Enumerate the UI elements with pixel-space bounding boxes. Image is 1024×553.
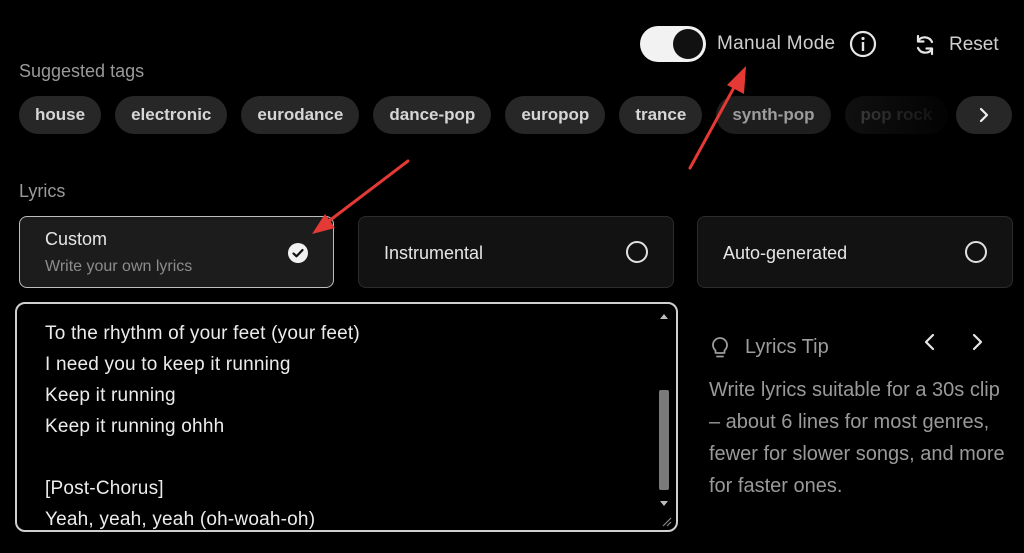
tip-next-button[interactable]	[965, 330, 989, 354]
info-icon[interactable]	[849, 30, 877, 58]
option-title: Custom	[45, 229, 108, 249]
scroll-down-arrow-icon[interactable]	[660, 501, 668, 506]
tag-chip[interactable]: electronic	[115, 96, 228, 134]
suggested-tags-heading: Suggested tags	[19, 61, 145, 81]
tag-chip[interactable]: pop rock	[844, 96, 949, 134]
tag-chip[interactable]: trance	[619, 96, 703, 134]
option-title: Auto-generated	[723, 243, 848, 263]
lyrics-scrollbar[interactable]	[658, 312, 670, 522]
tag-chip[interactable]: europop	[505, 96, 606, 134]
tag-chip[interactable]: dance-pop	[373, 96, 492, 134]
resize-handle-icon[interactable]	[660, 514, 672, 527]
refresh-icon	[916, 34, 934, 56]
lyrics-line: I need you to keep it running	[45, 354, 291, 375]
lyrics-option-instrumental[interactable]: Instrumental	[358, 216, 674, 288]
chevron-right-icon	[979, 107, 989, 123]
chevron-right-icon	[972, 333, 983, 351]
lightbulb-icon	[709, 335, 731, 361]
lyrics-text-content: To the rhythm of your feet (your feet) I…	[45, 318, 646, 530]
lyrics-textarea[interactable]: To the rhythm of your feet (your feet) I…	[15, 302, 678, 532]
lyrics-option-auto-generated[interactable]: Auto-generated	[697, 216, 1013, 288]
tag-chip[interactable]: house	[19, 96, 102, 134]
scroll-up-arrow-icon[interactable]	[660, 314, 668, 319]
radio-unchecked-icon	[965, 241, 987, 263]
manual-mode-toggle[interactable]	[640, 26, 706, 62]
tag-chip[interactable]: eurodance	[241, 96, 360, 134]
option-title: Instrumental	[384, 243, 484, 263]
tag-chip[interactable]: synth-pop	[716, 96, 831, 134]
manual-mode-label: Manual Mode	[717, 33, 836, 54]
tags-row: house electronic eurodance dance-pop eur…	[19, 96, 949, 134]
reset-label: Reset	[949, 34, 999, 55]
lyrics-line: [Post-Chorus]	[45, 478, 164, 499]
lyrics-tip-body: Write lyrics suitable for a 30s clip – a…	[709, 379, 1005, 497]
lyrics-line: To the rhythm of your feet (your feet)	[45, 323, 360, 344]
radio-unchecked-icon	[626, 241, 648, 263]
lyrics-tip-title: Lyrics Tip	[745, 336, 829, 358]
scrollbar-thumb[interactable]	[659, 390, 669, 490]
reset-button[interactable]: Reset	[913, 30, 999, 60]
option-subtitle: Write your own lyrics	[45, 258, 193, 275]
tags-scroll-next-button[interactable]	[956, 96, 1012, 134]
toggle-knob	[673, 29, 703, 59]
chevron-left-icon	[924, 333, 935, 351]
check-circle-icon	[288, 243, 308, 263]
tip-previous-button[interactable]	[918, 330, 942, 354]
lyrics-line	[45, 442, 646, 473]
lyrics-line: Keep it running	[45, 385, 176, 406]
lyrics-option-custom[interactable]: Custom Write your own lyrics	[19, 216, 334, 288]
lyrics-line: Yeah, yeah, yeah (oh-woah-oh)	[45, 509, 316, 530]
lyrics-heading: Lyrics	[19, 181, 66, 201]
lyrics-line: Keep it running ohhh	[45, 416, 225, 437]
